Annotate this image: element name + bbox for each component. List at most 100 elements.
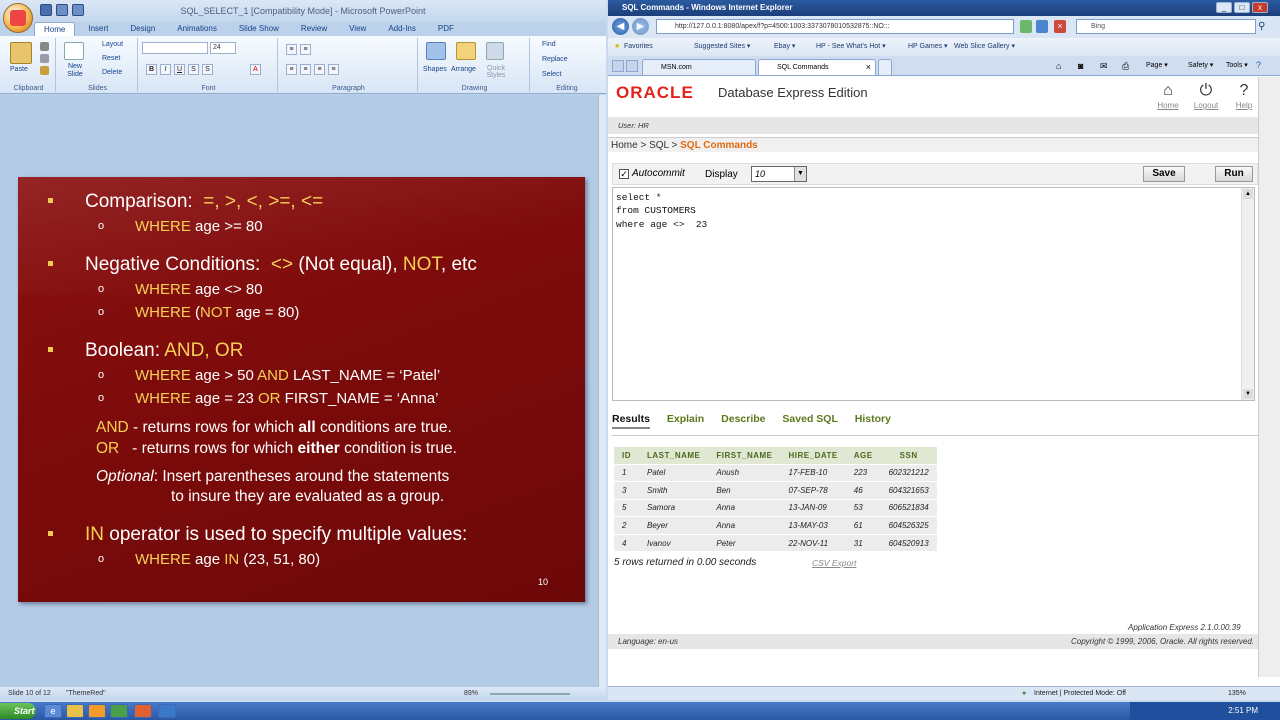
tab-history[interactable]: History — [855, 413, 891, 425]
copy-icon[interactable] — [40, 54, 49, 63]
tab-design[interactable]: Design — [121, 22, 164, 36]
close-tab-icon[interactable]: × — [866, 60, 871, 75]
page-menu[interactable]: Page ▾ — [1146, 61, 1168, 69]
help-link[interactable]: ? Help — [1227, 81, 1261, 110]
shadow-button[interactable]: S — [202, 64, 213, 75]
breadcrumb-home[interactable]: Home — [611, 140, 638, 151]
editor-scrollbar[interactable]: ▲ ▼ — [1241, 188, 1254, 400]
undo-icon[interactable] — [56, 4, 68, 16]
quick-styles-icon[interactable] — [486, 42, 504, 60]
run-button[interactable]: Run — [1215, 166, 1253, 182]
fav-hp-see-whats-hot[interactable]: HP - See What's Hot ▾ — [816, 38, 886, 56]
tab-add-ins[interactable]: Add-Ins — [379, 22, 425, 36]
tools-menu[interactable]: Tools ▾ — [1226, 61, 1248, 69]
replace-button[interactable]: Replace — [542, 56, 568, 63]
office-button[interactable] — [3, 3, 33, 33]
format-painter-icon[interactable] — [40, 66, 49, 75]
new-slide-button[interactable]: New Slide — [62, 63, 88, 79]
back-icon[interactable]: ◀ — [612, 18, 629, 35]
vertical-scrollbar[interactable] — [598, 95, 606, 687]
print-icon[interactable]: ⎙ — [1122, 61, 1129, 72]
start-button[interactable]: Start — [0, 703, 36, 719]
display-select[interactable]: 10 ▼ — [751, 166, 807, 182]
paste-button[interactable]: Paste — [10, 66, 28, 73]
forward-icon[interactable]: ▶ — [632, 18, 649, 35]
slide-canvas[interactable]: Comparison: =, >, <, >=, <= o WHERE age >… — [18, 177, 585, 602]
tab-slide-show[interactable]: Slide Show — [230, 22, 288, 36]
fav-suggested-sites[interactable]: Suggested Sites ▾ — [694, 38, 750, 56]
numbering-icon[interactable]: ≡ — [300, 44, 311, 55]
logout-link[interactable]: ⏻ Logout — [1189, 81, 1223, 110]
close-button[interactable]: x — [1252, 2, 1268, 13]
arrange-button[interactable]: Arrange — [451, 66, 476, 73]
shapes-button[interactable]: Shapes — [423, 66, 447, 73]
find-button[interactable]: Find — [542, 41, 556, 48]
tab-list-icon[interactable] — [626, 60, 638, 72]
stop-icon[interactable]: × — [1054, 20, 1066, 33]
font-family-select[interactable] — [142, 42, 208, 54]
reset-button[interactable]: Reset — [102, 55, 120, 62]
scroll-up-icon[interactable]: ▲ — [1243, 189, 1253, 199]
checkmark-icon[interactable]: ✓ — [619, 169, 629, 179]
tab-msn[interactable]: MSN.com — [642, 59, 756, 75]
ie-taskbar-icon[interactable]: e — [44, 704, 62, 718]
arrange-icon[interactable] — [456, 42, 476, 60]
save-icon[interactable] — [40, 4, 52, 16]
align-right-icon[interactable]: ≡ — [314, 64, 325, 75]
tab-results[interactable]: Results — [612, 413, 650, 429]
folder-taskbar-icon[interactable] — [66, 704, 84, 718]
excel-taskbar-icon[interactable] — [110, 704, 128, 718]
strikethrough-button[interactable]: S — [188, 64, 199, 75]
mail-icon[interactable]: ✉ — [1100, 61, 1108, 72]
zoom-slider[interactable] — [490, 693, 570, 695]
align-left-icon[interactable]: ≡ — [286, 64, 297, 75]
shapes-icon[interactable] — [426, 42, 446, 60]
tab-animations[interactable]: Animations — [168, 22, 226, 36]
zoom-level[interactable]: 89% — [464, 687, 478, 700]
media-taskbar-icon[interactable] — [88, 704, 106, 718]
tab-sql-commands[interactable]: SQL Commands × — [758, 59, 876, 75]
save-button[interactable]: Save — [1143, 166, 1185, 182]
quick-tabs-icon[interactable] — [612, 60, 624, 72]
redo-icon[interactable] — [72, 4, 84, 16]
font-color-button[interactable]: A — [250, 64, 261, 75]
app-taskbar-icon[interactable] — [158, 704, 176, 718]
bullets-icon[interactable]: ≡ — [286, 44, 297, 55]
fav-hp-games[interactable]: HP Games ▾ — [908, 38, 948, 56]
compat-view-icon[interactable] — [1020, 20, 1032, 33]
maximize-button[interactable]: □ — [1234, 2, 1250, 13]
underline-button[interactable]: U — [174, 64, 185, 75]
font-size-select[interactable]: 24 — [210, 42, 236, 54]
address-bar[interactable]: http://127.0.0.1:8080/apex/f?p=4500:1003… — [656, 19, 1014, 34]
breadcrumb-sql[interactable]: SQL — [649, 140, 669, 151]
powerpoint-taskbar-icon[interactable] — [134, 704, 152, 718]
page-scrollbar[interactable] — [1258, 77, 1280, 677]
italic-button[interactable]: I — [160, 64, 171, 75]
sql-editor[interactable]: select * from CUSTOMERS where age <> 23 — [612, 187, 1255, 401]
home-link[interactable]: ⌂ Home — [1151, 81, 1185, 110]
tab-saved-sql[interactable]: Saved SQL — [782, 413, 837, 425]
align-center-icon[interactable]: ≡ — [300, 64, 311, 75]
fav-web-slice-gallery[interactable]: Web Slice Gallery ▾ — [954, 38, 1015, 56]
quick-styles-button[interactable]: Quick Styles — [482, 65, 510, 79]
tab-explain[interactable]: Explain — [667, 413, 704, 425]
safety-menu[interactable]: Safety ▾ — [1188, 61, 1213, 69]
delete-button[interactable]: Delete — [102, 69, 122, 76]
tab-review[interactable]: Review — [292, 22, 336, 36]
search-input[interactable]: Bing — [1076, 19, 1256, 34]
cut-icon[interactable] — [40, 42, 49, 51]
favorites-button[interactable]: Favorites — [624, 38, 653, 56]
layout-button[interactable]: Layout — [102, 41, 123, 48]
tab-describe[interactable]: Describe — [721, 413, 765, 425]
refresh-icon[interactable] — [1036, 20, 1048, 33]
tab-pdf[interactable]: PDF — [429, 22, 463, 36]
minimize-button[interactable]: _ — [1216, 2, 1232, 13]
fav-ebay[interactable]: Ebay ▾ — [774, 38, 795, 56]
scroll-down-icon[interactable]: ▼ — [1243, 389, 1253, 399]
tab-insert[interactable]: Insert — [79, 22, 117, 36]
csv-export-link[interactable]: CSV Export — [812, 558, 856, 568]
new-slide-icon[interactable] — [64, 42, 84, 60]
new-tab-button[interactable] — [878, 59, 892, 75]
help-icon[interactable]: ? — [1256, 60, 1261, 70]
home-icon[interactable]: ⌂ — [1056, 61, 1061, 71]
